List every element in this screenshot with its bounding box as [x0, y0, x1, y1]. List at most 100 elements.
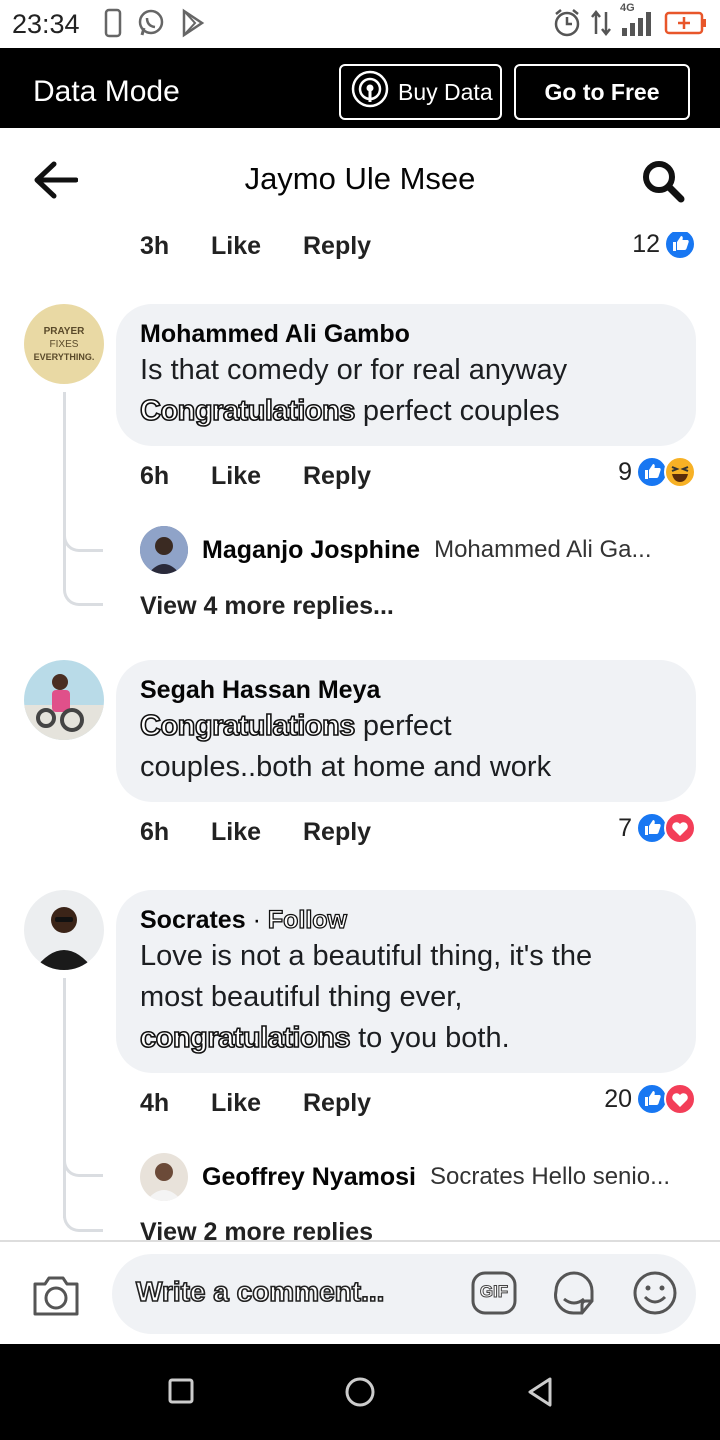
system-nav-bar	[0, 1344, 720, 1440]
home-circle-icon[interactable]	[344, 1376, 376, 1413]
view-more-replies-link[interactable]: View 4 more replies...	[140, 592, 394, 621]
comment-actions: 4h Like Reply	[140, 1089, 540, 1129]
back-triangle-icon[interactable]	[526, 1376, 554, 1413]
status-right-icons: 4G	[552, 2, 708, 43]
thread-connector	[63, 532, 103, 552]
comment-bubble[interactable]: Segah Hassan Meya Congratulations perfec…	[116, 660, 696, 802]
reaction-summary[interactable]: 9	[618, 456, 696, 488]
comment-time: 6h	[140, 462, 170, 490]
search-icon[interactable]	[640, 158, 686, 209]
buy-data-button[interactable]: Buy Data	[339, 64, 502, 120]
signal-4g-icon: 4G	[620, 2, 656, 43]
avatar[interactable]	[24, 660, 104, 740]
play-store-icon	[180, 8, 206, 43]
comment-text: Love is not a beautiful thing, it's the	[140, 940, 593, 972]
highlighted-word: Congratulations	[139, 394, 356, 428]
gif-label: GIF	[479, 1282, 509, 1302]
comment-input[interactable]: Write a comment... GIF	[112, 1254, 696, 1334]
comment-actions: 6h Like Reply	[140, 818, 540, 858]
go-to-free-button[interactable]: Go to Free	[514, 64, 690, 120]
reply-author[interactable]: Geoffrey Nyamosi	[202, 1163, 416, 1192]
comment-text-rest: perfect couples	[354, 395, 560, 427]
comment-text: congratulations to you both.	[139, 1018, 672, 1059]
like-button[interactable]: Like	[211, 232, 261, 261]
comment-author: Socrates · Follow	[140, 904, 672, 936]
reply-preview[interactable]: Maganjo Josphine Mohammed Ali Ga...	[140, 525, 700, 575]
data-mode-label: Data Mode	[33, 75, 180, 108]
reaction-count: 12	[632, 232, 660, 258]
follow-link[interactable]: Follow	[267, 905, 347, 934]
broadcast-icon	[351, 70, 389, 114]
comment-composer: Write a comment... GIF	[0, 1240, 720, 1344]
comment-bubble[interactable]: Socrates · Follow Love is not a beautifu…	[116, 890, 696, 1073]
reply-text: Mohammed Ali Ga...	[434, 536, 652, 563]
camera-icon[interactable]	[31, 1272, 81, 1323]
buy-data-label: Buy Data	[398, 78, 493, 105]
status-left-icons	[104, 8, 206, 43]
page-title: Jaymo Ule Msee	[244, 161, 476, 196]
alarm-icon	[552, 8, 582, 43]
reply-button[interactable]: Reply	[303, 818, 371, 847]
reaction-summary[interactable]: 12	[632, 232, 696, 260]
comment-author[interactable]: Segah Hassan Meya	[140, 674, 672, 706]
avatar[interactable]	[24, 890, 104, 970]
comment-text: Congratulations perfect	[139, 706, 672, 747]
separator: ·	[245, 906, 268, 934]
comment-text: Congratulations perfect couples	[139, 391, 672, 432]
thread-connector	[63, 1212, 103, 1232]
gif-icon[interactable]: GIF	[470, 1270, 518, 1316]
highlighted-word: congratulations	[139, 1021, 351, 1055]
network-type-label: 4G	[620, 2, 635, 14]
love-reaction-icon	[664, 1083, 696, 1115]
sticker-icon[interactable]	[550, 1269, 598, 1322]
love-reaction-icon	[664, 812, 696, 844]
highlighted-word: Congratulations	[139, 709, 356, 743]
comment-text-rest: to you both.	[350, 1022, 510, 1054]
view-more-replies-link[interactable]: View 2 more replies	[140, 1218, 373, 1240]
like-button[interactable]: Like	[211, 462, 261, 491]
comment-text: most beautiful thing ever,	[140, 981, 463, 1013]
comment-time: 6h	[140, 818, 170, 846]
status-bar: 23:34 4G	[0, 0, 720, 48]
comment-input-placeholder: Write a comment...	[135, 1275, 385, 1308]
comment-time: 3h	[140, 232, 170, 260]
status-time: 23:34	[12, 9, 80, 39]
comment-text: couples..both at home and work	[140, 751, 552, 783]
go-to-free-label: Go to Free	[544, 78, 660, 105]
recents-square-icon[interactable]	[168, 1378, 194, 1409]
comment-thread: 3h Like Reply 12 PRAYER FIXES EVERYTHING…	[0, 232, 720, 1240]
like-button[interactable]: Like	[211, 1089, 261, 1118]
reply-avatar[interactable]	[140, 1153, 188, 1201]
thread-connector	[63, 1157, 103, 1177]
avatar[interactable]: PRAYER FIXES EVERYTHING.	[24, 304, 104, 384]
comment-author[interactable]: Mohammed Ali Gambo	[140, 318, 672, 350]
avatar-text: FIXES	[49, 338, 79, 350]
comment-time: 4h	[140, 1089, 170, 1117]
reply-author[interactable]: Maganjo Josphine	[202, 536, 420, 565]
reaction-count: 9	[618, 457, 632, 486]
reaction-summary[interactable]: 7	[618, 812, 696, 844]
reaction-count: 20	[604, 1084, 632, 1113]
thread-connector	[63, 586, 103, 606]
like-reaction-icon	[664, 232, 696, 260]
reaction-summary[interactable]: 20	[604, 1083, 696, 1115]
comment-author-name[interactable]: Socrates	[140, 906, 246, 934]
previous-comment-actions: 3h Like Reply	[140, 232, 696, 272]
comment-text: Is that comedy or for real anyway	[140, 354, 568, 386]
reaction-count: 7	[618, 813, 632, 842]
reply-text: Socrates Hello senio...	[429, 1163, 671, 1190]
avatar-text: EVERYTHING.	[33, 351, 95, 362]
haha-reaction-icon	[664, 456, 696, 488]
reply-button[interactable]: Reply	[303, 232, 371, 261]
like-button[interactable]: Like	[211, 818, 261, 847]
avatar-text: PRAYER	[43, 325, 85, 337]
thread-line	[63, 392, 66, 590]
battery-icon	[664, 10, 708, 41]
reply-preview[interactable]: Geoffrey Nyamosi Socrates Hello senio...	[140, 1152, 700, 1202]
comment-bubble[interactable]: Mohammed Ali Gambo Is that comedy or for…	[116, 304, 696, 446]
reply-button[interactable]: Reply	[303, 462, 371, 491]
emoji-icon[interactable]	[632, 1270, 678, 1321]
reply-button[interactable]: Reply	[303, 1089, 371, 1118]
reply-avatar[interactable]	[140, 526, 188, 574]
phone-outline-icon	[104, 8, 122, 43]
